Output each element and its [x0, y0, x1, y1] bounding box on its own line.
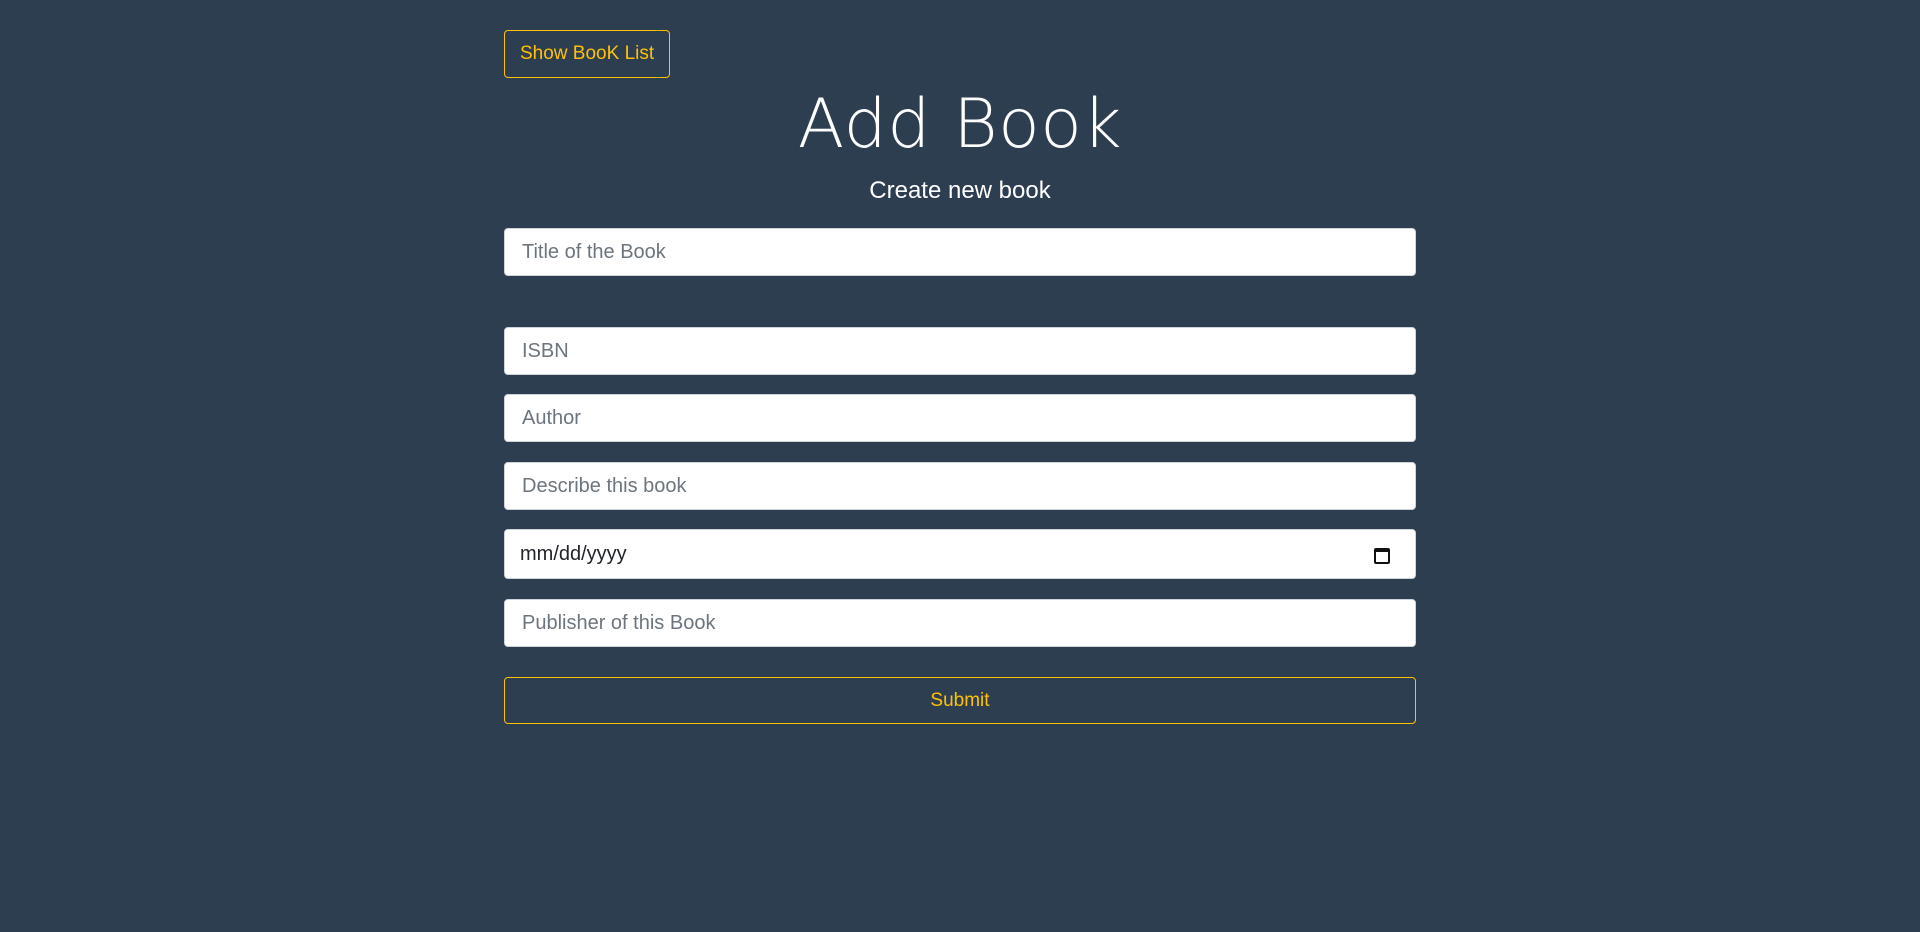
title-field[interactable] [504, 228, 1416, 276]
show-book-list-button[interactable]: Show BooK List [504, 30, 671, 78]
published-date-field[interactable]: mm/dd/yyyy [504, 529, 1416, 579]
publisher-field[interactable] [504, 599, 1416, 647]
author-input[interactable] [520, 405, 1400, 431]
add-book-container: Show BooK List Add Book Create new book … [504, 30, 1416, 724]
calendar-icon[interactable] [1374, 546, 1390, 564]
publisher-input[interactable] [520, 610, 1400, 636]
published-date-input[interactable]: mm/dd/yyyy [520, 543, 1374, 566]
page-title: Add Book [797, 85, 1123, 164]
description-input[interactable] [520, 473, 1400, 499]
page: Show BooK List Add Book Create new book … [0, 0, 1920, 932]
isbn-field[interactable] [504, 327, 1416, 375]
page-subtitle: Create new book [869, 177, 1051, 204]
submit-button[interactable]: Submit [504, 677, 1416, 724]
author-field[interactable] [504, 394, 1416, 442]
description-field[interactable] [504, 462, 1416, 510]
isbn-input[interactable] [520, 338, 1400, 364]
title-input[interactable] [520, 239, 1400, 265]
